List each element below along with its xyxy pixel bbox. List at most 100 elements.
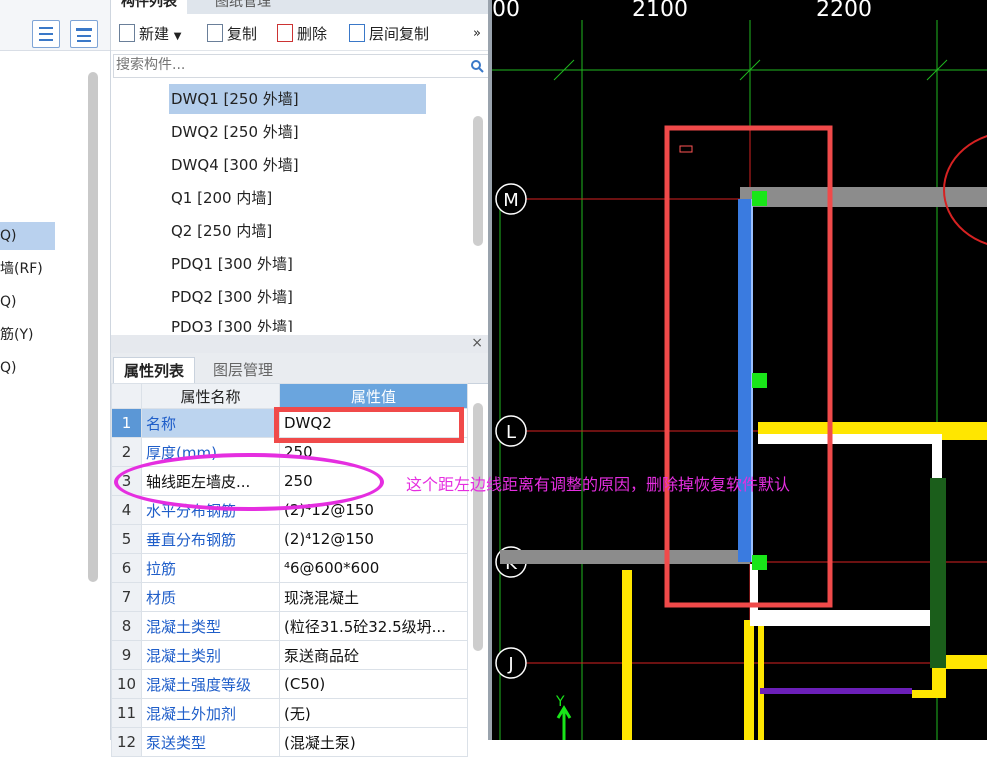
table-row[interactable]: 10 混凝土强度等级 (C50) <box>111 669 468 699</box>
value-highlight-box <box>274 407 464 443</box>
header-property-name: 属性名称 <box>141 383 280 409</box>
tree-item[interactable]: Q) <box>0 354 16 382</box>
property-name: 材质 <box>141 582 280 612</box>
property-value[interactable]: (混凝土泵) <box>279 727 468 757</box>
component-item[interactable]: DWQ1 [250 外墙] <box>169 84 426 114</box>
copy-icon <box>207 24 223 42</box>
left-toolbar <box>0 0 110 51</box>
property-name: 混凝土类型 <box>141 611 280 641</box>
y-axis-label: Y <box>555 694 565 710</box>
row-number: 5 <box>111 524 142 554</box>
axis-indicator: Y <box>555 694 572 740</box>
floor-copy-icon <box>349 24 365 42</box>
grip-handle[interactable] <box>752 191 767 206</box>
list-view-icon[interactable] <box>32 20 60 48</box>
floor-copy-label: 层间复制 <box>369 25 430 43</box>
component-item[interactable]: PDQ2 [300 外墙] <box>169 282 293 312</box>
detail-view-icon[interactable] <box>70 20 98 48</box>
property-name: 混凝土强度等级 <box>141 669 280 699</box>
property-scrollbar[interactable] <box>473 403 483 651</box>
grid-label: M <box>503 190 519 211</box>
left-scrollbar[interactable] <box>88 72 98 582</box>
component-item[interactable]: DWQ2 [250 外墙] <box>169 117 299 147</box>
grid-label: J <box>507 654 513 675</box>
row-number: 9 <box>111 640 142 670</box>
grid-bubble-j: J <box>495 647 527 679</box>
property-value[interactable]: (C50) <box>279 669 468 699</box>
property-name: 垂直分布钢筋 <box>141 524 280 554</box>
selected-wall[interactable] <box>738 199 752 562</box>
annotation-text: 这个距左边线距离有调整的原因，删除掉恢复软件默认 <box>406 475 791 494</box>
wall-white-group[interactable] <box>750 434 942 626</box>
close-icon[interactable]: × <box>471 335 483 351</box>
component-item[interactable]: Q1 [200 内墙] <box>169 183 272 213</box>
tab-property-list[interactable]: 属性列表 <box>113 357 196 384</box>
property-panel: × 属性列表 图层管理 属性名称 属性值 1 名称 DWQ2 2 厚度(mm) 250 … <box>110 335 493 757</box>
component-list-panel: 构件列表 图纸管理 新建 ▼ 复制 删除 层间复制 » DWQ1 [250 外墙… <box>110 0 493 332</box>
component-scrollbar[interactable] <box>473 116 483 246</box>
annotation-ellipse <box>114 453 384 511</box>
tab-drawing-manager[interactable]: 图纸管理 <box>205 0 281 14</box>
component-item[interactable]: PDQ3 [300 外墙] <box>169 312 293 332</box>
table-row[interactable]: 9 混凝土类别 泵送商品砼 <box>111 640 468 670</box>
tree-item[interactable]: 筋(Y) <box>0 321 33 349</box>
grid-bubble-l: L <box>495 415 527 447</box>
wall-gray-top[interactable] <box>740 187 987 207</box>
search-input[interactable] <box>114 55 458 75</box>
table-row[interactable]: 7 材质 现浇混凝土 <box>111 582 468 612</box>
row-number: 7 <box>111 582 142 612</box>
grid-label: L <box>506 422 516 443</box>
new-icon <box>119 24 135 42</box>
wall-gray-bottom[interactable] <box>500 550 750 564</box>
delete-button[interactable]: 删除 <box>277 23 327 45</box>
component-item[interactable]: DWQ4 [300 外墙] <box>169 150 299 180</box>
grip-handle[interactable] <box>752 555 767 570</box>
top-axis-label: 00 <box>492 0 520 22</box>
wall-dark-green[interactable] <box>930 478 946 668</box>
property-name: 拉筋 <box>141 553 280 583</box>
tree-item[interactable]: Q) <box>0 288 16 316</box>
property-value[interactable]: 现浇混凝土 <box>279 582 468 612</box>
delete-label: 删除 <box>297 25 328 43</box>
component-item[interactable]: Q2 [250 内墙] <box>169 216 272 246</box>
row-number: 6 <box>111 553 142 583</box>
property-value[interactable]: (2)⁴12@150 <box>279 524 468 554</box>
table-row[interactable]: 6 拉筋 ⁴6@600*600 <box>111 553 468 583</box>
dropdown-arrow-icon: ▼ <box>173 31 182 42</box>
more-tools-button[interactable]: » <box>473 23 481 45</box>
grip-handle[interactable] <box>752 373 767 388</box>
row-number: 12 <box>111 727 142 757</box>
property-value[interactable]: (无) <box>279 698 468 728</box>
component-item[interactable]: PDQ1 [300 外墙] <box>169 249 293 279</box>
tree-item[interactable]: 墙(RF) <box>0 255 43 283</box>
copy-button[interactable]: 复制 <box>207 23 257 45</box>
property-value[interactable]: (粒径31.5砼32.5级坍... <box>279 611 468 641</box>
top-axis-label: 2100 <box>632 0 688 22</box>
row-number: 1 <box>111 408 142 438</box>
tab-component-list[interactable]: 构件列表 <box>111 0 187 14</box>
property-name: 混凝土外加剂 <box>141 698 280 728</box>
search-box <box>113 54 489 78</box>
header-property-value: 属性值 <box>279 383 468 409</box>
table-row[interactable]: 12 泵送类型 (混凝土泵) <box>111 727 468 757</box>
new-button[interactable]: 新建 ▼ <box>119 23 182 45</box>
row-number: 8 <box>111 611 142 641</box>
beam-purple[interactable] <box>760 688 912 694</box>
property-tabs: 属性列表 图层管理 <box>111 353 493 384</box>
property-value[interactable]: 泵送商品砼 <box>279 640 468 670</box>
property-panel-header: × <box>111 335 493 353</box>
tree-item[interactable]: Q) <box>0 222 55 250</box>
row-number: 2 <box>111 437 142 467</box>
search-icon[interactable] <box>470 59 484 73</box>
tab-layer-manager[interactable]: 图层管理 <box>203 357 283 383</box>
table-row[interactable]: 11 混凝土外加剂 (无) <box>111 698 468 728</box>
table-row[interactable]: 5 垂直分布钢筋 (2)⁴12@150 <box>111 524 468 554</box>
cad-canvas[interactable]: 00 2100 2200 M L J Y <box>492 0 987 740</box>
property-name: 泵送类型 <box>141 727 280 757</box>
cad-drawing: 00 2100 2200 M L J Y <box>492 0 987 740</box>
table-row[interactable]: 8 混凝土类型 (粒径31.5砼32.5级坍... <box>111 611 468 641</box>
floor-copy-button[interactable]: 层间复制 <box>349 23 429 45</box>
table-header-row: 属性名称 属性值 <box>111 383 468 409</box>
row-number: 4 <box>111 495 142 525</box>
property-value[interactable]: ⁴6@600*600 <box>279 553 468 583</box>
